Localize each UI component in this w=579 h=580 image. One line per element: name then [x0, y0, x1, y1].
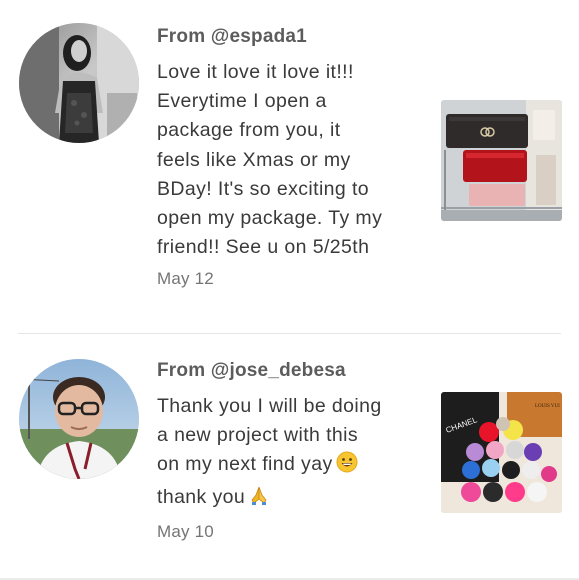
grinning-face-icon [336, 451, 358, 482]
review-date: May 12 [157, 269, 214, 289]
user-avatar-photo [19, 23, 139, 143]
reviewer-avatar[interactable] [19, 23, 139, 143]
pompom-keychains-photo: CHANEL LOUIS VUI [441, 392, 562, 513]
review-text: Thank you I will be doing a new project … [157, 392, 422, 515]
reviewer-username[interactable]: From @espada1 [157, 24, 422, 50]
reviewer-username[interactable]: From @jose_debesa [157, 358, 422, 384]
review-thumbnail[interactable]: CHANEL LOUIS VUI [441, 392, 562, 513]
review-thumbnail[interactable] [441, 100, 562, 221]
reviews-feed: From @espada1 Love it love it love it!!!… [0, 0, 579, 580]
review-text-tail: thank you [157, 485, 246, 508]
brand-label-right: LOUIS VUI [535, 404, 560, 409]
review-content: From @jose_debesa Thank you I will be do… [157, 358, 422, 543]
reviewer-avatar[interactable] [19, 359, 139, 479]
review-content: From @espada1 Love it love it love it!!!… [157, 24, 422, 290]
review-item: From @jose_debesa Thank you I will be do… [0, 334, 579, 579]
review-text: Love it love it love it!!! Everytime I o… [157, 61, 383, 259]
review-date: May 10 [157, 521, 214, 541]
review-item: From @espada1 Love it love it love it!!!… [0, 0, 579, 333]
user-avatar-photo [19, 359, 139, 479]
chanel-wallets-photo [441, 100, 562, 221]
folded-hands-icon [248, 484, 270, 515]
